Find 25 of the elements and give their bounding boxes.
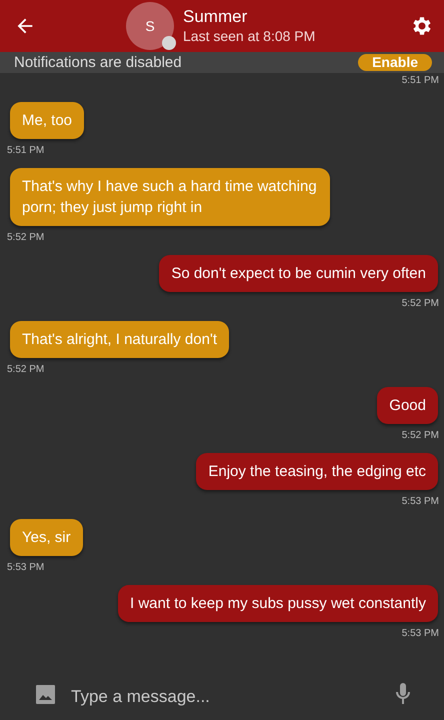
message-time: 5:53 PM <box>402 628 439 639</box>
last-seen-status: Last seen at 8:08 PM <box>183 27 316 45</box>
message-bubble: That's why I have such a hard time watching porn; they just jump right in <box>10 168 330 226</box>
message-time: 5:52 PM <box>402 298 439 309</box>
image-icon[interactable] <box>36 684 55 704</box>
microphone-icon[interactable] <box>396 683 410 705</box>
notice-text: Notifications are disabled <box>14 54 182 71</box>
message-time: 5:53 PM <box>402 496 439 507</box>
enable-button[interactable]: Enable <box>358 54 432 71</box>
message-time: 5:52 PM <box>402 430 439 441</box>
message-bubble: I want to keep my subs pussy wet constantly <box>118 585 438 622</box>
avatar-initial: S <box>145 18 155 34</box>
message-time: 5:51 PM <box>400 75 440 86</box>
message-time: 5:53 PM <box>7 562 44 573</box>
contact-name: Summer <box>183 7 248 27</box>
message-bubble: Me, too <box>10 102 84 139</box>
message-time: 5:51 PM <box>7 145 44 156</box>
message-time: 5:52 PM <box>7 364 44 375</box>
message-bubble: That's alright, I naturally don't <box>10 321 229 358</box>
message-bubble: So don't expect to be cumin very often <box>159 255 438 292</box>
message-bubble: Enjoy the teasing, the edging etc <box>196 453 438 490</box>
message-bubble: Good <box>377 387 438 424</box>
message-input[interactable]: Type a message... <box>71 687 380 707</box>
message-time: 5:52 PM <box>7 232 44 243</box>
message-bubble: Yes, sir <box>10 519 83 556</box>
